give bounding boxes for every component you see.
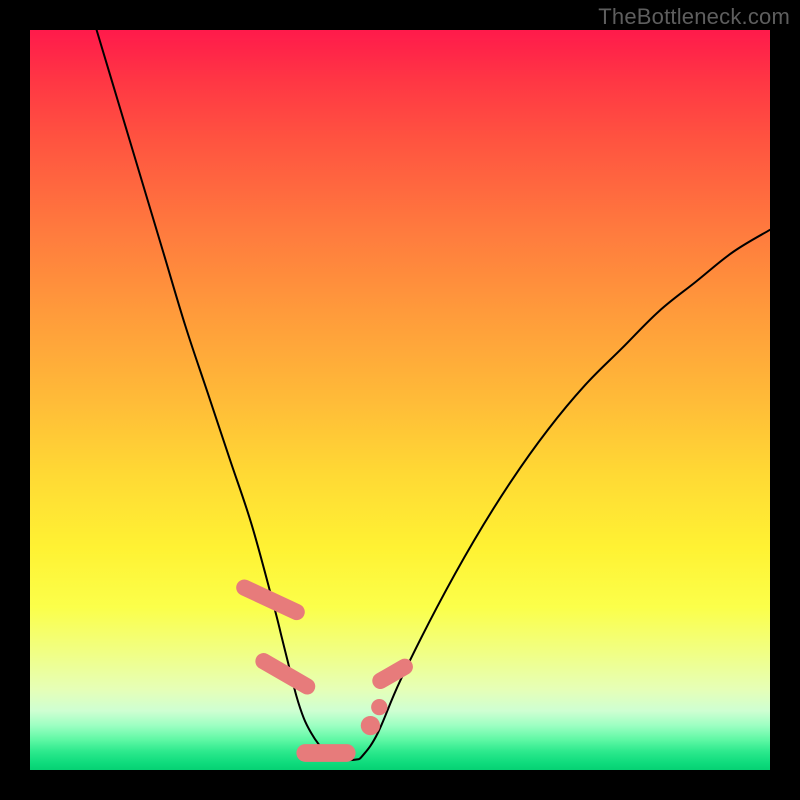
- highlight-right-dot2: [371, 699, 387, 715]
- chart-frame: TheBottleneck.com: [0, 0, 800, 800]
- highlight-bottom: [296, 744, 355, 762]
- bottleneck-curve: [97, 30, 770, 760]
- highlight-left: [234, 577, 308, 623]
- highlight-left-2: [252, 650, 318, 697]
- plot-area: [30, 30, 770, 770]
- highlight-right-dot1: [361, 716, 380, 735]
- highlight-markers: [234, 577, 416, 762]
- curve-svg: [30, 30, 770, 770]
- highlight-right-seg: [369, 656, 416, 692]
- watermark-text: TheBottleneck.com: [598, 4, 790, 30]
